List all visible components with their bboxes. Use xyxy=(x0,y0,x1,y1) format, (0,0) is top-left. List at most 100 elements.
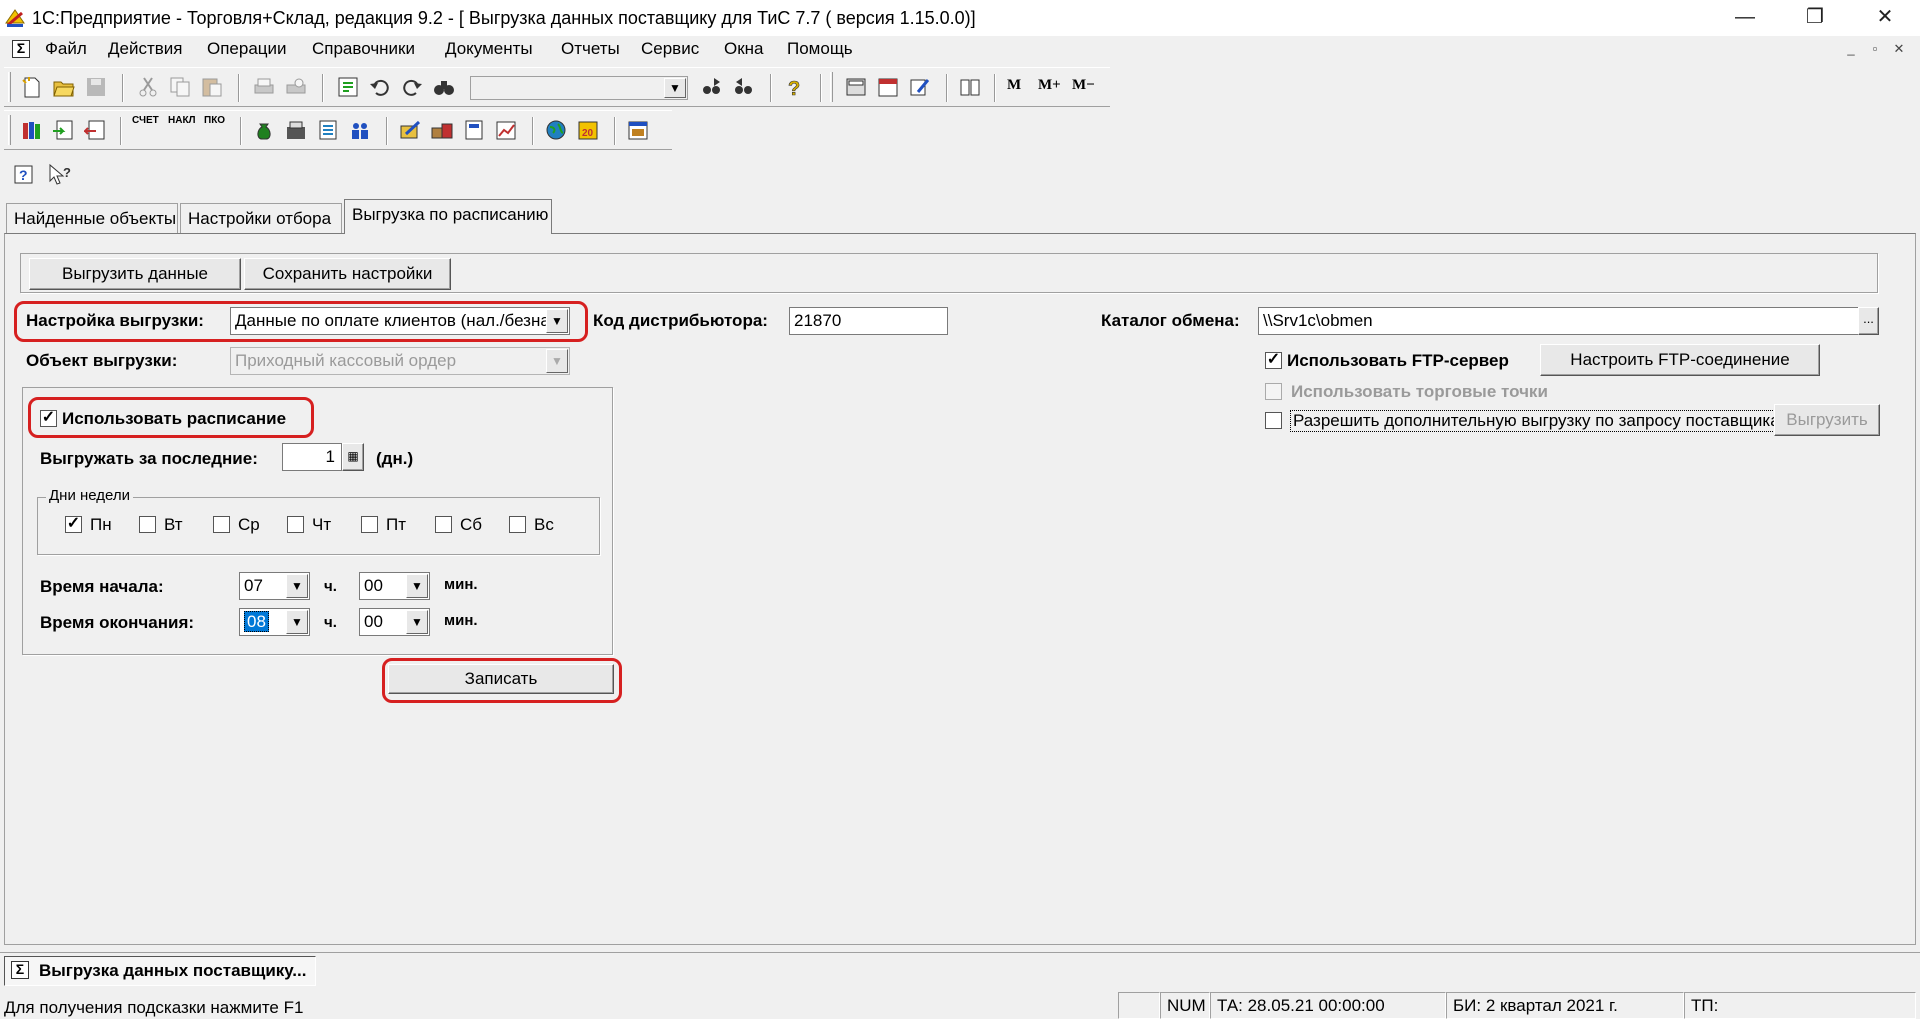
menu-bar: Σ Файл Действия Операции Справочники Док… xyxy=(0,36,1920,65)
chart-report-icon[interactable] xyxy=(494,119,518,141)
mdi-restore-button[interactable]: ▫ xyxy=(1864,40,1886,60)
menu-help[interactable]: Помощь xyxy=(787,39,853,59)
menu-operations[interactable]: Операции xyxy=(207,39,287,59)
memory-plus-button[interactable]: M+ xyxy=(1038,77,1061,94)
find-prev-icon[interactable] xyxy=(732,76,756,98)
minimize-button[interactable]: — xyxy=(1710,0,1780,36)
close-button[interactable]: ✕ xyxy=(1850,0,1920,36)
distributor-code-input[interactable]: 21870 xyxy=(789,307,948,335)
new-document-icon[interactable] xyxy=(20,76,44,98)
start-time-label: Время начала: xyxy=(40,577,164,596)
menu-documents[interactable]: Документы xyxy=(445,39,533,59)
help-question-icon[interactable]: ? xyxy=(782,76,806,98)
extra-export-button: Выгрузить xyxy=(1774,404,1880,436)
invoice-pko-button[interactable]: ПКО xyxy=(204,115,225,126)
invoice-schet-button[interactable]: СЧЕТ xyxy=(132,115,159,126)
context-help-icon[interactable]: ? xyxy=(14,165,34,185)
report-icon[interactable] xyxy=(462,119,486,141)
chevron-down-icon[interactable]: ▼ xyxy=(406,574,428,598)
browse-button[interactable]: ... xyxy=(1858,307,1879,335)
memory-m-button[interactable]: M xyxy=(1007,77,1021,94)
exchange-dir-input[interactable]: \\Srv1c\obmen xyxy=(1258,307,1859,335)
properties-icon[interactable] xyxy=(336,76,360,98)
svg-text:?: ? xyxy=(63,165,71,180)
journal-book-icon[interactable] xyxy=(958,76,982,98)
weekday-fri-checkbox[interactable] xyxy=(361,516,378,533)
weekday-thu-checkbox[interactable] xyxy=(287,516,304,533)
copy-icon[interactable] xyxy=(168,76,192,98)
calendar-icon[interactable] xyxy=(876,76,900,98)
tab-found-objects[interactable]: Найденные объекты xyxy=(6,203,178,233)
menu-windows[interactable]: Окна xyxy=(724,39,764,59)
mdi-minimize-button[interactable]: _ xyxy=(1840,40,1862,60)
start-min-select[interactable]: 00 ▼ xyxy=(359,572,430,600)
open-folder-icon[interactable] xyxy=(52,76,76,98)
use-ftp-checkbox[interactable]: ✓ xyxy=(1265,352,1282,369)
invoice-nakl-button[interactable]: НАКЛ xyxy=(168,115,196,126)
print-preview-icon[interactable] xyxy=(284,76,308,98)
restore-button[interactable]: ❐ xyxy=(1780,0,1850,36)
menu-catalogs[interactable]: Справочники xyxy=(312,39,415,59)
status-bar: Для получения подсказки нажмите F1 NUM Т… xyxy=(0,990,1920,1019)
redo-icon[interactable] xyxy=(400,76,424,98)
weekday-sun-checkbox[interactable] xyxy=(509,516,526,533)
configure-ftp-button[interactable]: Настроить FTP-соединение xyxy=(1540,344,1820,376)
start-hour-select[interactable]: 07 ▼ xyxy=(239,572,310,600)
document-list-icon[interactable] xyxy=(316,119,340,141)
print-icon[interactable] xyxy=(252,76,276,98)
document-sigma-icon[interactable]: Σ xyxy=(12,40,30,58)
tab-scheduled-export[interactable]: Выгрузка по расписанию xyxy=(344,199,552,234)
mdi-close-button[interactable]: ✕ xyxy=(1888,40,1910,60)
search-combo[interactable]: ▼ xyxy=(470,76,688,100)
edit-text-icon[interactable] xyxy=(908,76,932,98)
paste-icon[interactable] xyxy=(200,76,224,98)
export-data-button[interactable]: Выгрузить данные xyxy=(29,258,241,290)
memory-minus-button[interactable]: M− xyxy=(1072,77,1095,94)
chevron-down-icon[interactable]: ▼ xyxy=(406,610,428,634)
undo-icon[interactable] xyxy=(368,76,392,98)
pencil-edit-icon[interactable] xyxy=(398,119,422,141)
weekday-wed-checkbox[interactable] xyxy=(213,516,230,533)
standard-toolbar: ▼ ? M M+ M− xyxy=(4,67,1110,107)
calculator-icon[interactable]: ▦ xyxy=(342,443,364,471)
books-icon[interactable] xyxy=(20,119,44,141)
whats-this-cursor-icon[interactable]: ? xyxy=(48,163,74,187)
distributor-code-label: Код дистрибьютора: xyxy=(593,311,768,330)
weekday-tue-checkbox[interactable] xyxy=(139,516,156,533)
weekday-sat-checkbox[interactable] xyxy=(435,516,452,533)
find-binoculars-icon[interactable] xyxy=(432,76,456,98)
save-icon[interactable] xyxy=(84,76,108,98)
window-tile-icon[interactable] xyxy=(626,119,650,141)
document-out-icon[interactable] xyxy=(84,119,108,141)
taskbar-item-export[interactable]: Σ Выгрузка данных поставщику... xyxy=(4,956,316,986)
end-hour-select[interactable]: 08 ▼ xyxy=(239,608,310,636)
save-settings-button[interactable]: Сохранить настройки xyxy=(244,258,451,290)
extra-export-label[interactable]: Разрешить дополнительную выгрузку по зап… xyxy=(1290,410,1783,432)
document-in-icon[interactable] xyxy=(52,119,76,141)
weekday-mon-checkbox[interactable]: ✓ xyxy=(65,516,82,533)
tab-filter-settings[interactable]: Настройки отбора xyxy=(180,203,342,233)
end-min-select[interactable]: 00 ▼ xyxy=(359,608,430,636)
goods-boxes-icon[interactable] xyxy=(430,119,454,141)
menu-reports[interactable]: Отчеты xyxy=(561,39,620,59)
people-icon[interactable] xyxy=(348,119,372,141)
last-days-input[interactable]: 1 xyxy=(282,443,342,471)
cut-icon[interactable] xyxy=(136,76,160,98)
chevron-down-icon[interactable]: ▼ xyxy=(664,78,686,98)
money-bag-icon[interactable] xyxy=(252,119,276,141)
start-min-value: 00 xyxy=(364,576,383,595)
find-next-icon[interactable] xyxy=(700,76,724,98)
menu-service[interactable]: Сервис xyxy=(641,39,699,59)
chevron-down-icon[interactable]: ▼ xyxy=(286,610,308,634)
extra-export-checkbox[interactable] xyxy=(1265,412,1282,429)
calculator-icon[interactable] xyxy=(844,76,868,98)
menu-file[interactable]: Файл xyxy=(45,39,87,59)
svg-text:?: ? xyxy=(19,167,28,183)
globe-icon[interactable] xyxy=(544,119,568,141)
chevron-down-icon[interactable]: ▼ xyxy=(286,574,308,598)
menu-actions[interactable]: Действия xyxy=(108,39,182,59)
cash-register-icon[interactable] xyxy=(284,119,308,141)
status-tp: ТП: xyxy=(1684,992,1916,1019)
calendar-date-icon[interactable]: 20 xyxy=(576,119,600,141)
status-bi: БИ: 2 квартал 2021 г. xyxy=(1446,992,1684,1019)
